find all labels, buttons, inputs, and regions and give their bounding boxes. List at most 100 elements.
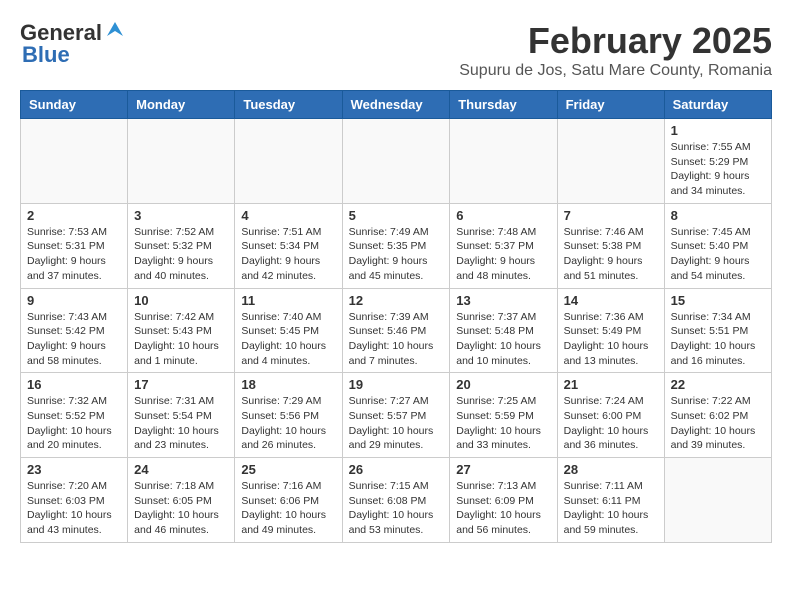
day-number: 25 [241, 462, 335, 477]
table-row: 4 Sunrise: 7:51 AM Sunset: 5:34 PM Daylig… [235, 203, 342, 288]
calendar-week-row: 16Sunrise: 7:32 AM Sunset: 5:52 PM Dayli… [21, 373, 772, 458]
day-number: 2 [27, 208, 121, 223]
day-number: 9 [27, 293, 121, 308]
day-number: 5 [349, 208, 444, 223]
table-row: 26 Sunrise: 7:15 AM Sunset: 6:08 PM Dayli… [342, 458, 450, 543]
calendar-week-row: 23 Sunrise: 7:20 AM Sunset: 6:03 PM Dayli… [21, 458, 772, 543]
day-number: 15 [671, 293, 765, 308]
col-thursday: Thursday [450, 91, 557, 119]
table-row [342, 119, 450, 204]
col-saturday: Saturday [664, 91, 771, 119]
table-row: 7 Sunrise: 7:46 AM Sunset: 5:38 PM Daylig… [557, 203, 664, 288]
logo: General Blue [20, 20, 123, 68]
table-row: 22 Sunrise: 7:22 AM Sunset: 6:02 PM Dayli… [664, 373, 771, 458]
table-row: 14 Sunrise: 7:36 AM Sunset: 5:49 PM Dayli… [557, 288, 664, 373]
table-row: 12 Sunrise: 7:39 AM Sunset: 5:46 PM Dayli… [342, 288, 450, 373]
day-info: Sunrise: 7:24 AM Sunset: 6:00 PM Dayligh… [564, 394, 658, 453]
calendar-week-row: 9 Sunrise: 7:43 AM Sunset: 5:42 PM Daylig… [21, 288, 772, 373]
day-number: 13 [456, 293, 550, 308]
col-friday: Friday [557, 91, 664, 119]
day-number: 1 [671, 123, 765, 138]
day-info: Sunrise: 7:36 AM Sunset: 5:49 PM Dayligh… [564, 310, 658, 369]
table-row: 8Sunrise: 7:45 AM Sunset: 5:40 PM Daylig… [664, 203, 771, 288]
table-row: 2 Sunrise: 7:53 AM Sunset: 5:31 PM Daylig… [21, 203, 128, 288]
table-row [557, 119, 664, 204]
day-number: 27 [456, 462, 550, 477]
col-tuesday: Tuesday [235, 91, 342, 119]
day-info: Sunrise: 7:51 AM Sunset: 5:34 PM Dayligh… [241, 225, 335, 284]
table-row: 25 Sunrise: 7:16 AM Sunset: 6:06 PM Dayli… [235, 458, 342, 543]
day-number: 28 [564, 462, 658, 477]
day-info: Sunrise: 7:15 AM Sunset: 6:08 PM Dayligh… [349, 479, 444, 538]
table-row: 17Sunrise: 7:31 AM Sunset: 5:54 PM Dayli… [128, 373, 235, 458]
day-number: 7 [564, 208, 658, 223]
logo-bird-icon [105, 20, 123, 38]
table-row: 1 Sunrise: 7:55 AM Sunset: 5:29 PM Daylig… [664, 119, 771, 204]
day-number: 6 [456, 208, 550, 223]
day-info: Sunrise: 7:20 AM Sunset: 6:03 PM Dayligh… [27, 479, 121, 538]
day-info: Sunrise: 7:29 AM Sunset: 5:56 PM Dayligh… [241, 394, 335, 453]
day-info: Sunrise: 7:53 AM Sunset: 5:31 PM Dayligh… [27, 225, 121, 284]
day-info: Sunrise: 7:48 AM Sunset: 5:37 PM Dayligh… [456, 225, 550, 284]
calendar-week-row: 2 Sunrise: 7:53 AM Sunset: 5:31 PM Daylig… [21, 203, 772, 288]
day-info: Sunrise: 7:13 AM Sunset: 6:09 PM Dayligh… [456, 479, 550, 538]
table-row: 21Sunrise: 7:24 AM Sunset: 6:00 PM Dayli… [557, 373, 664, 458]
day-info: Sunrise: 7:42 AM Sunset: 5:43 PM Dayligh… [134, 310, 228, 369]
day-info: Sunrise: 7:52 AM Sunset: 5:32 PM Dayligh… [134, 225, 228, 284]
calendar-table: Sunday Monday Tuesday Wednesday Thursday… [20, 90, 772, 543]
table-row: 6 Sunrise: 7:48 AM Sunset: 5:37 PM Daylig… [450, 203, 557, 288]
col-sunday: Sunday [21, 91, 128, 119]
day-info: Sunrise: 7:27 AM Sunset: 5:57 PM Dayligh… [349, 394, 444, 453]
calendar-week-row: 1 Sunrise: 7:55 AM Sunset: 5:29 PM Daylig… [21, 119, 772, 204]
title-section: February 2025 Supuru de Jos, Satu Mare C… [459, 20, 772, 80]
page-header: General Blue February 2025 Supuru de Jos… [20, 20, 772, 80]
table-row: 3 Sunrise: 7:52 AM Sunset: 5:32 PM Daylig… [128, 203, 235, 288]
day-number: 16 [27, 377, 121, 392]
table-row [21, 119, 128, 204]
col-monday: Monday [128, 91, 235, 119]
table-row: 11Sunrise: 7:40 AM Sunset: 5:45 PM Dayli… [235, 288, 342, 373]
table-row [235, 119, 342, 204]
day-number: 23 [27, 462, 121, 477]
table-row: 16Sunrise: 7:32 AM Sunset: 5:52 PM Dayli… [21, 373, 128, 458]
day-number: 19 [349, 377, 444, 392]
table-row: 20Sunrise: 7:25 AM Sunset: 5:59 PM Dayli… [450, 373, 557, 458]
day-number: 18 [241, 377, 335, 392]
day-info: Sunrise: 7:16 AM Sunset: 6:06 PM Dayligh… [241, 479, 335, 538]
table-row: 18 Sunrise: 7:29 AM Sunset: 5:56 PM Dayli… [235, 373, 342, 458]
table-row: 19 Sunrise: 7:27 AM Sunset: 5:57 PM Dayli… [342, 373, 450, 458]
table-row: 10 Sunrise: 7:42 AM Sunset: 5:43 PM Dayli… [128, 288, 235, 373]
table-row: 23 Sunrise: 7:20 AM Sunset: 6:03 PM Dayli… [21, 458, 128, 543]
table-row [664, 458, 771, 543]
day-info: Sunrise: 7:18 AM Sunset: 6:05 PM Dayligh… [134, 479, 228, 538]
table-row: 24Sunrise: 7:18 AM Sunset: 6:05 PM Dayli… [128, 458, 235, 543]
day-info: Sunrise: 7:39 AM Sunset: 5:46 PM Dayligh… [349, 310, 444, 369]
table-row [450, 119, 557, 204]
day-info: Sunrise: 7:11 AM Sunset: 6:11 PM Dayligh… [564, 479, 658, 538]
main-title: February 2025 [459, 20, 772, 62]
day-number: 26 [349, 462, 444, 477]
table-row: 28 Sunrise: 7:11 AM Sunset: 6:11 PM Dayli… [557, 458, 664, 543]
day-info: Sunrise: 7:37 AM Sunset: 5:48 PM Dayligh… [456, 310, 550, 369]
day-info: Sunrise: 7:22 AM Sunset: 6:02 PM Dayligh… [671, 394, 765, 453]
day-number: 11 [241, 293, 335, 308]
day-number: 12 [349, 293, 444, 308]
table-row: 9 Sunrise: 7:43 AM Sunset: 5:42 PM Daylig… [21, 288, 128, 373]
day-number: 17 [134, 377, 228, 392]
table-row: 13 Sunrise: 7:37 AM Sunset: 5:48 PM Dayli… [450, 288, 557, 373]
logo-blue-text: Blue [22, 42, 70, 68]
day-info: Sunrise: 7:25 AM Sunset: 5:59 PM Dayligh… [456, 394, 550, 453]
day-number: 22 [671, 377, 765, 392]
table-row: 27 Sunrise: 7:13 AM Sunset: 6:09 PM Dayli… [450, 458, 557, 543]
day-info: Sunrise: 7:46 AM Sunset: 5:38 PM Dayligh… [564, 225, 658, 284]
day-info: Sunrise: 7:45 AM Sunset: 5:40 PM Dayligh… [671, 225, 765, 284]
day-number: 4 [241, 208, 335, 223]
subtitle: Supuru de Jos, Satu Mare County, Romania [459, 62, 772, 80]
day-number: 3 [134, 208, 228, 223]
table-row [128, 119, 235, 204]
day-info: Sunrise: 7:43 AM Sunset: 5:42 PM Dayligh… [27, 310, 121, 369]
day-info: Sunrise: 7:55 AM Sunset: 5:29 PM Dayligh… [671, 140, 765, 199]
day-number: 14 [564, 293, 658, 308]
day-number: 10 [134, 293, 228, 308]
table-row: 15Sunrise: 7:34 AM Sunset: 5:51 PM Dayli… [664, 288, 771, 373]
